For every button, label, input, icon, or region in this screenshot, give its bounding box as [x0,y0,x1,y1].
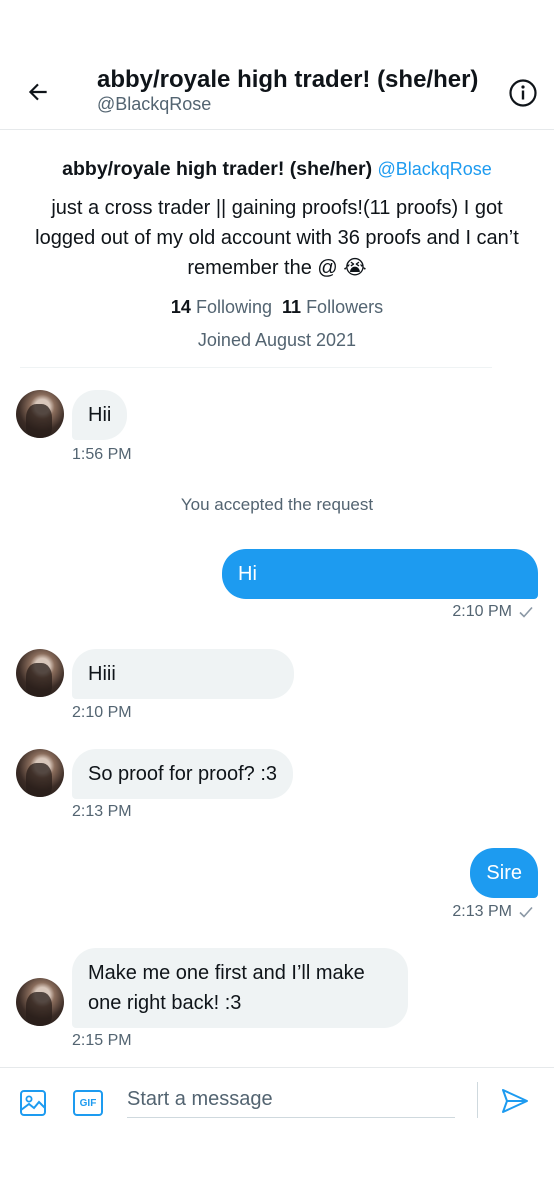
checkmark-icon [519,606,533,618]
profile-joined-date: Joined August 2021 [197,330,357,350]
profile-stats: 14 Following 11 Followers [20,297,534,318]
profile-name[interactable]: abby/royale high trader! (she/her) [62,158,372,180]
avatar[interactable] [16,749,64,797]
following-stat[interactable]: 14 Following [171,297,272,317]
avatar[interactable] [16,390,64,438]
message-timestamp: 2:13 PM [72,803,132,820]
message-bubble-outgoing[interactable]: Sire [470,848,538,898]
following-label: Following [195,297,272,317]
message-meta: 2:10 PM [452,603,534,621]
image-icon [20,1090,46,1116]
arrow-left-icon [28,83,47,101]
info-icon [509,79,537,107]
followers-stat[interactable]: 11 Followers [282,297,383,317]
profile-summary: abby/royale high trader! (she/her) @Blac… [20,130,534,351]
send-button[interactable] [500,1086,532,1118]
message-timestamp: 2:10 PM [452,603,512,620]
profile-handle[interactable]: @BlackqRose [378,159,492,179]
message-composer: GIF [0,1067,554,1200]
message-timestamp: 2:10 PM [72,704,132,721]
add-photo-button[interactable] [18,1088,48,1118]
profile-divider [20,367,492,368]
avatar[interactable] [16,978,64,1026]
message-bubble-incoming[interactable]: So proof for proof? :3 [72,749,294,799]
message-input[interactable] [127,1082,455,1118]
message-bubble-incoming[interactable]: Make me one first and I’ll make one righ… [72,948,408,1028]
back-button[interactable] [22,76,54,108]
message-meta: 2:13 PM [452,903,534,921]
message-bubble-outgoing[interactable]: Hi [222,549,538,599]
info-button[interactable] [507,77,539,109]
avatar[interactable] [16,649,64,697]
request-accepted-notice: You accepted the request [180,495,374,514]
following-count: 14 [170,297,191,317]
message-timestamp: 2:13 PM [452,903,512,920]
conversation-title[interactable]: abby/royale high trader! (she/her) [97,66,497,94]
conversation-handle[interactable]: @BlackqRose [97,94,211,115]
profile-bio: just a cross trader || gaining proofs!(1… [35,197,519,279]
followers-count: 11 [282,297,302,317]
profile-name-line: abby/royale high trader! (she/her) @Blac… [20,156,534,182]
message-bubble-incoming[interactable]: Hiii [72,649,294,699]
checkmark-icon [519,906,533,918]
message-timestamp: 2:15 PM [72,1032,132,1049]
composer-divider [477,1082,478,1118]
message-timestamp: 1:56 PM [72,446,132,463]
gif-button[interactable]: GIF [73,1090,103,1116]
conversation-header: abby/royale high trader! (she/her) @Blac… [0,52,554,130]
message-bubble-incoming[interactable]: Hii [72,390,128,440]
followers-label: Followers [306,297,384,317]
send-icon [502,1089,528,1113]
